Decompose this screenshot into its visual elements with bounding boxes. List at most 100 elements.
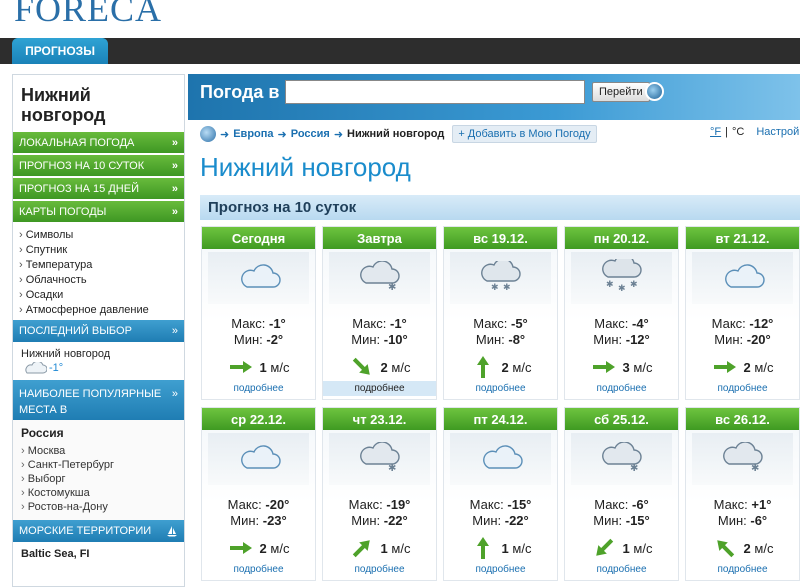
popular-places-header[interactable]: НАИБОЛЕЕ ПОПУЛЯРНЫЕ МЕСТА В »	[13, 380, 184, 420]
sidebar-item-label: ПРОГНОЗ НА 15 ДНЕЙ	[19, 182, 139, 195]
place-link[interactable]: Ростов-на-Дону	[21, 500, 184, 514]
wind-speed: 3	[622, 359, 630, 375]
forecast-day-label: сб 25.12.	[565, 408, 678, 430]
max-temp-row: Макс: -12°	[686, 316, 799, 332]
max-temp-row: Макс: -6°	[565, 497, 678, 513]
map-link-cloudiness[interactable]: Облачность	[19, 273, 184, 288]
forecast-card: Завтра ✱ Макс: -1° Мин: -10° 2 м/с подробнее	[322, 226, 437, 400]
map-link-precipitation[interactable]: Осадки	[19, 288, 184, 303]
min-temp: -10°	[383, 332, 408, 347]
details-link[interactable]: подробнее	[565, 381, 678, 396]
breadcrumb-europe[interactable]: Европа	[233, 128, 273, 140]
details-link[interactable]: подробнее	[202, 381, 315, 396]
max-temp-row: Макс: +1°	[686, 497, 799, 513]
wind-row: 2 м/с	[444, 356, 557, 378]
details-link[interactable]: подробнее	[444, 381, 557, 396]
max-temp-row: Макс: -1°	[323, 316, 436, 332]
sea-areas-label: МОРСКИЕ ТЕРРИТОРИИ	[19, 525, 152, 537]
cloud-icon	[721, 261, 765, 296]
max-temp-row: Макс: -19°	[323, 497, 436, 513]
wind-row: 2 м/с	[323, 357, 436, 376]
min-label: Мин:	[233, 332, 263, 347]
map-link-pressure[interactable]: Атмосферное давление	[19, 303, 184, 318]
last-pick-header[interactable]: ПОСЛЕДНИЙ ВЫБОР »	[13, 320, 184, 342]
sea-areas-header[interactable]: МОРСКИЕ ТЕРРИТОРИИ	[13, 520, 184, 542]
svg-text:✱: ✱	[388, 282, 396, 291]
forecast-card: пт 24.12. Макс: -15° Мин: -22° 1 м/с подробн…	[443, 407, 558, 581]
forecast-card: сб 25.12. ✱ Макс: -6° Мин: -15° 1 м/с подробн…	[564, 407, 679, 581]
snow-heavy-icon: ✱ ✱ ✱	[600, 253, 644, 298]
details-link[interactable]: подробнее	[686, 562, 799, 577]
details-link[interactable]: подробнее	[565, 562, 678, 577]
unit-fahrenheit-link[interactable]: °F	[710, 126, 721, 138]
last-pick-temp: -1°	[49, 362, 64, 374]
breadcrumb-russia[interactable]: Россия	[291, 128, 330, 140]
sidebar-item-weather-maps[interactable]: КАРТЫ ПОГОДЫ »	[13, 201, 184, 223]
details-link[interactable]: подробнее	[202, 562, 315, 577]
sidebar-item-label: КАРТЫ ПОГОДЫ	[19, 205, 107, 218]
wind-arrow-icon	[595, 538, 613, 556]
details-link[interactable]: подробнее	[323, 381, 436, 396]
place-link[interactable]: Москва	[21, 444, 184, 458]
settings-link[interactable]: Настройки	[756, 126, 800, 138]
tab-forecasts[interactable]: ПРОГНОЗЫ	[12, 38, 108, 64]
cloud-heavy-snow-icon: ✱ ✱	[479, 257, 523, 296]
wind-speed: 2	[380, 359, 388, 375]
details-link[interactable]: подробнее	[444, 562, 557, 577]
place-link[interactable]: Выборг	[21, 472, 184, 486]
min-label: Мин:	[472, 513, 502, 528]
sidebar-item-10-day[interactable]: ПРОГНОЗ НА 10 СУТОК »	[13, 155, 184, 177]
place-link[interactable]: Костомукша	[21, 486, 184, 500]
last-pick-city: Нижний новгород	[21, 348, 111, 360]
popular-places-label: НАИБОЛЕЕ ПОПУЛЯРНЫЕ МЕСТА В	[19, 388, 162, 416]
sidebar-item-local-weather[interactable]: ЛОКАЛЬНАЯ ПОГОДА »	[13, 132, 184, 154]
svg-text:✱: ✱	[751, 463, 759, 472]
wind-unit: м/с	[391, 359, 411, 375]
min-temp: -12°	[625, 332, 650, 347]
min-label: Мин:	[593, 513, 623, 528]
temperature-block: Макс: -15° Мин: -22°	[444, 497, 557, 529]
sidebar-city-title: Нижний новгород	[21, 85, 106, 125]
forecast-day-label: Сегодня	[202, 227, 315, 249]
breadcrumb-arrow-icon: ➜	[277, 128, 287, 141]
search-input[interactable]	[285, 80, 585, 104]
last-pick-item[interactable]: Нижний новгород -1°	[13, 342, 184, 380]
chevron-down-icon: »	[171, 388, 178, 400]
svg-text:✱: ✱	[388, 463, 396, 472]
cloud-snow-icon: ✱	[721, 440, 765, 477]
min-temp-row: Мин: -23°	[202, 513, 315, 529]
details-link[interactable]: подробнее	[686, 381, 799, 396]
page-title: Нижний новгород	[200, 152, 411, 182]
sea-item[interactable]: Baltic Sea, FI	[13, 542, 184, 566]
cloud-snow-icon: ✱	[358, 259, 402, 296]
max-temp: -19°	[386, 497, 411, 512]
globe-icon[interactable]	[645, 82, 664, 101]
wind-unit: м/с	[633, 359, 653, 375]
min-temp: -22°	[383, 513, 408, 528]
app: FORECA ПРОГНОЗЫ Нижний новгород ЛОКАЛЬНА…	[0, 0, 800, 587]
forecast-day-label: вт 21.12.	[686, 227, 799, 249]
place-link[interactable]: Санкт-Петербург	[21, 458, 184, 472]
temperature-block: Макс: -5° Мин: -8°	[444, 316, 557, 348]
foreca-logo[interactable]: FORECA	[14, 0, 162, 29]
max-temp: -5°	[511, 316, 528, 331]
min-temp-row: Мин: -8°	[444, 332, 557, 348]
sidebar-item-15-day[interactable]: ПРОГНОЗ НА 15 ДНЕЙ »	[13, 178, 184, 200]
forecast-card: Сегодня Макс: -1° Мин: -2° 1 м/с подробнее	[201, 226, 316, 400]
map-link-temperature[interactable]: Температура	[19, 258, 184, 273]
max-temp-row: Макс: -20°	[202, 497, 315, 513]
forecast-day-label: пт 24.12.	[444, 408, 557, 430]
add-to-my-weather-button[interactable]: + Добавить в Мою Погоду	[452, 125, 597, 143]
go-button[interactable]: Перейти	[592, 82, 650, 102]
forecast-card: пн 20.12. ✱ ✱ ✱ Макс: -4° Мин: -12° 3 м/с подро…	[564, 226, 679, 400]
wind-arrow-icon	[592, 361, 615, 373]
wind-unit: м/с	[512, 540, 532, 556]
wind-arrow-icon	[229, 542, 252, 554]
max-temp-row: Макс: -5°	[444, 316, 557, 332]
wind-row: 1 м/с	[202, 358, 315, 376]
map-link-satellite[interactable]: Спутник	[19, 243, 184, 258]
min-temp-row: Мин: -10°	[323, 332, 436, 348]
map-link-symbols[interactable]: Символы	[19, 228, 184, 243]
details-link[interactable]: подробнее	[323, 562, 436, 577]
wind-arrow-icon	[476, 537, 489, 559]
